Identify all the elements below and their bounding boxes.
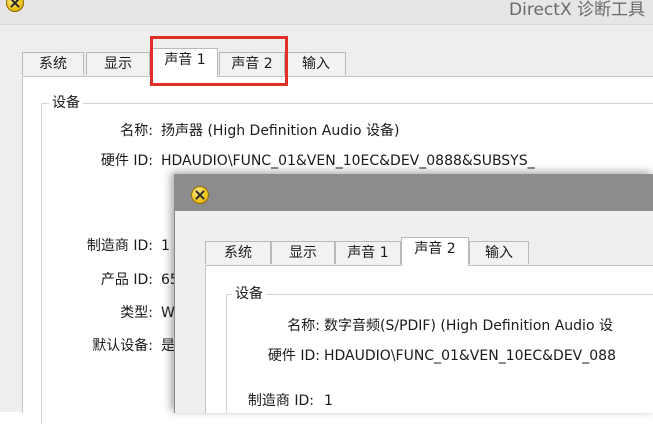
dxdiag-window-front: 系统 显示 声音 1 声音 2 输入 设备 名称: 数字音频(S/PDIF) (… bbox=[174, 174, 653, 413]
manufacturer-id-value: 1 bbox=[161, 238, 170, 254]
name-value: 数字音频(S/PDIF) (High Definition Audio 设 bbox=[324, 318, 613, 334]
tab-label: 声音 1 bbox=[347, 245, 389, 261]
tab-sound-2[interactable]: 声音 2 bbox=[401, 237, 469, 266]
tab-strip: 系统 显示 声音 1 声音 2 输入 bbox=[205, 237, 653, 266]
tab-system[interactable]: 系统 bbox=[205, 241, 271, 264]
tab-input[interactable]: 输入 bbox=[469, 241, 529, 264]
tab-system[interactable]: 系统 bbox=[22, 52, 84, 75]
tab-panel: 设备 名称: 数字音频(S/PDIF) (High Definition Aud… bbox=[205, 265, 653, 413]
manufacturer-id-label: 制造商 ID: bbox=[86, 238, 153, 254]
title-bar[interactable]: DirectX 诊断工具 bbox=[0, 0, 653, 25]
title-bar[interactable] bbox=[175, 175, 653, 211]
tab-label: 输入 bbox=[302, 56, 330, 72]
tab-strip: 系统 显示 声音 1 声音 2 输入 bbox=[22, 48, 653, 77]
hardware-id-value: HDAUDIO\FUNC_01&VEN_10EC&DEV_0888&SUBSYS… bbox=[161, 153, 535, 169]
product-id-label: 产品 ID: bbox=[100, 272, 153, 288]
directx-icon bbox=[191, 186, 209, 204]
highlight-box bbox=[150, 36, 288, 86]
tab-sound-1[interactable]: 声音 1 bbox=[335, 241, 401, 264]
hardware-id-label: 硬件 ID: bbox=[267, 348, 320, 364]
name-value: 扬声器 (High Definition Audio 设备) bbox=[161, 123, 400, 139]
tab-label: 显示 bbox=[289, 245, 317, 261]
type-label: 类型: bbox=[120, 305, 153, 321]
tab-display[interactable]: 显示 bbox=[271, 241, 335, 264]
hardware-id-value: HDAUDIO\FUNC_01&VEN_10EC&DEV_088 bbox=[324, 348, 616, 364]
manufacturer-id-value: 1 bbox=[324, 393, 333, 409]
tab-label: 系统 bbox=[39, 56, 67, 72]
directx-icon bbox=[6, 0, 24, 12]
tab-label: 系统 bbox=[224, 245, 252, 261]
tab-label: 显示 bbox=[104, 56, 132, 72]
tab-display[interactable]: 显示 bbox=[86, 52, 150, 75]
window-title: DirectX 诊断工具 bbox=[509, 0, 645, 20]
hardware-id-label: 硬件 ID: bbox=[100, 153, 153, 169]
name-label: 名称: bbox=[120, 123, 153, 139]
manufacturer-id-label: 制造商 ID: bbox=[247, 393, 314, 409]
group-title: 设备 bbox=[49, 94, 83, 112]
default-device-value: 是 bbox=[161, 338, 175, 354]
group-title: 设备 bbox=[232, 285, 266, 303]
tab-label: 输入 bbox=[485, 245, 513, 261]
tab-label: 声音 2 bbox=[414, 241, 456, 257]
name-label: 名称: bbox=[287, 318, 320, 334]
default-device-label: 默认设备: bbox=[92, 338, 153, 354]
tab-input[interactable]: 输入 bbox=[286, 52, 346, 75]
